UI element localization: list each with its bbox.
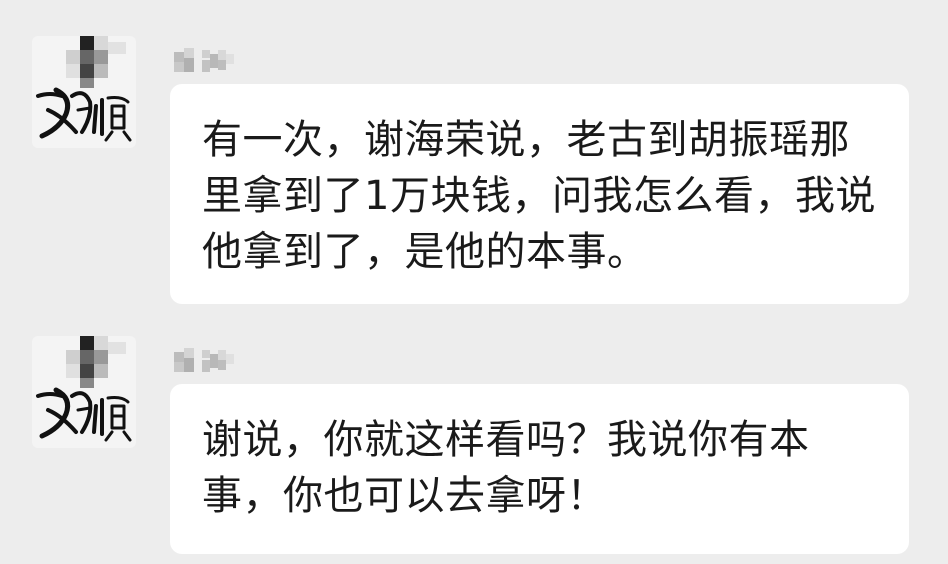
sender-name-blurred [172,44,268,78]
calligraphy-avatar-icon [36,336,132,442]
chat-view: 有一次，谢海荣说，老古到胡振瑶那里拿到了1万块钱，问我怎么看，我说他拿到了，是他… [0,0,948,564]
message-text: 谢说，你就这样看吗？我说你有本事，你也可以去拿呀！ [202,417,810,519]
chat-message: 谢说，你就这样看吗？我说你有本事，你也可以去拿呀！ [0,312,948,564]
sender-name-blurred [172,344,268,378]
avatar[interactable] [32,36,136,148]
message-text: 有一次，谢海荣说，老古到胡振瑶那里拿到了1万块钱，问我怎么看，我说他拿到了，是他… [202,117,876,275]
avatar[interactable] [32,336,136,448]
calligraphy-avatar-icon [36,36,132,142]
message-bubble[interactable]: 谢说，你就这样看吗？我说你有本事，你也可以去拿呀！ [170,384,909,554]
message-bubble[interactable]: 有一次，谢海荣说，老古到胡振瑶那里拿到了1万块钱，问我怎么看，我说他拿到了，是他… [170,84,909,304]
chat-message: 有一次，谢海荣说，老古到胡振瑶那里拿到了1万块钱，问我怎么看，我说他拿到了，是他… [0,0,948,312]
